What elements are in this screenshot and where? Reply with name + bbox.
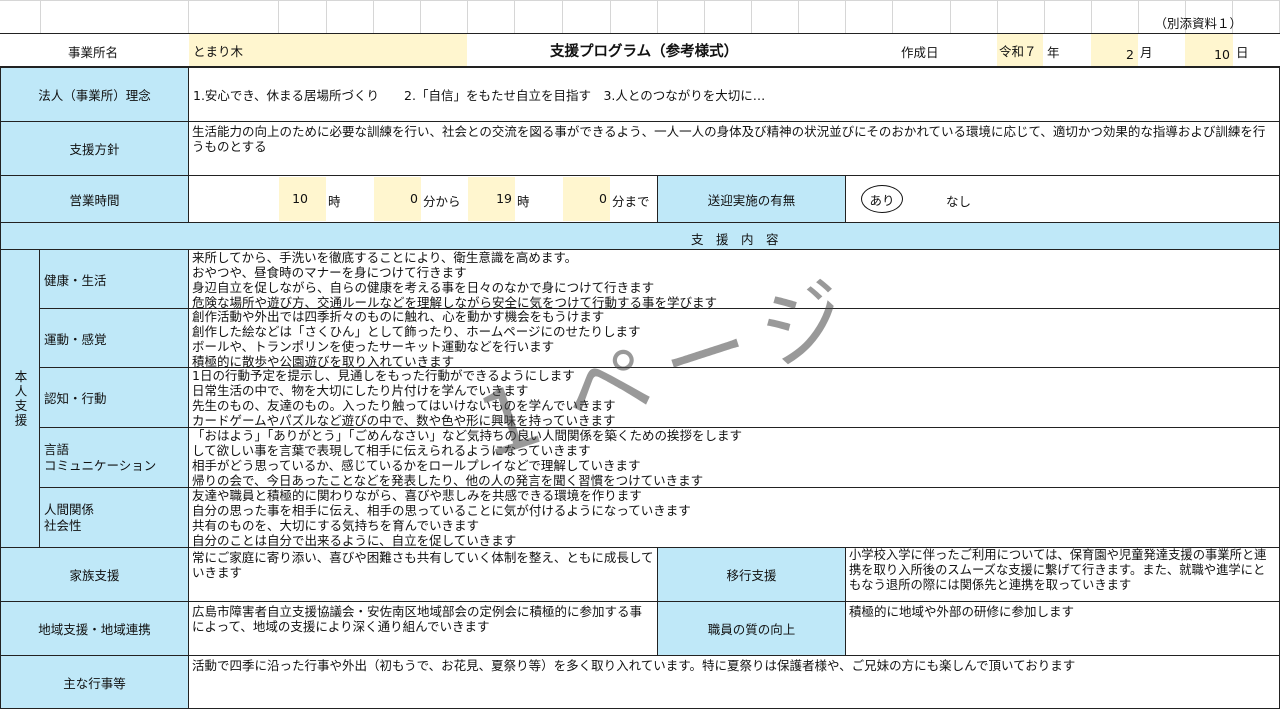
personal-support-label-cell: 本人支援: [0, 249, 40, 548]
end-hour: 19: [496, 191, 512, 206]
start-hour: 10: [292, 191, 308, 206]
day-field[interactable]: 10: [1185, 34, 1233, 66]
day-unit: 日: [1236, 45, 1249, 60]
health-text: 来所してから、手洗いを徹底することにより、衛生意識を高めます。 おやつや、昼食時…: [192, 250, 718, 309]
cognition-cell[interactable]: 1日の行動予定を提示し、見通しをもった行動ができるようにします 日常生活の中で、…: [188, 367, 1280, 428]
events-cell[interactable]: 活動で四季に沿った行事や外出（初もうで、お花見、夏祭り等）を多く取り入れています…: [188, 655, 1280, 709]
cognition-label: 認知・行動: [44, 391, 107, 406]
family-text: 常にご家庭に寄り添い、喜びや困難さも共有していく体制を整え、ともに成長していきま…: [192, 550, 654, 580]
start-min: 0: [410, 191, 418, 206]
family-label-cell: 家族支援: [0, 547, 189, 602]
language-text: 「おはよう」「ありがとう」「ごめんなさい」など気持ちの良い人間関係を築くための挨…: [192, 428, 743, 488]
month-field[interactable]: 2: [1091, 34, 1138, 66]
social-text: 友達や職員と積極的に関わりながら、喜びや悲しみを共感できる環境を作ります 自分の…: [192, 488, 691, 548]
month-unit: 月: [1140, 45, 1153, 60]
motor-label-cell: 運動・感覚: [39, 308, 189, 368]
events-label-cell: 主な行事等: [0, 655, 189, 709]
language-cell[interactable]: 「おはよう」「ありがとう」「ごめんなさい」など気持ちの良い人間関係を築くための挨…: [188, 427, 1280, 488]
family-label: 家族支援: [69, 568, 120, 583]
philosophy-label-cell: 法人（事業所）理念: [0, 67, 189, 122]
hour-unit-2: 時: [517, 194, 530, 209]
transition-cell[interactable]: 小学校入学に伴ったご利用については、保育園や児童発達支援の事業所と連携を取り入所…: [845, 547, 1280, 602]
social-label-cell: 人間関係 社会性: [39, 487, 189, 548]
community-label-cell: 地域支援・地域連携: [0, 601, 189, 656]
transition-text: 小学校入学に伴ったご利用については、保育園や児童発達支援の事業所と連携を取り入所…: [849, 548, 1267, 592]
transition-label-cell: 移行支援: [657, 547, 846, 602]
support-header-row: 支 援 内 容: [0, 222, 1280, 250]
policy-cell[interactable]: 生活能力の向上のために必要な訓練を行い、社会との交流を図る事ができるよう、一人一…: [188, 121, 1280, 176]
end-hour-field[interactable]: 19: [468, 177, 515, 221]
social-label: 人間関係 社会性: [44, 501, 95, 533]
transport-yes-option[interactable]: あり: [861, 185, 903, 213]
transport-no-option[interactable]: なし: [946, 191, 971, 210]
page-title: 支援プログラム（参考様式）: [550, 44, 739, 60]
cognition-text: 1日の行動予定を提示し、見通しをもった行動ができるようにします 日常生活の中で、…: [192, 368, 616, 428]
policy-text: 生活能力の向上のために必要な訓練を行い、社会との交流を図る事ができるよう、一人一…: [192, 124, 1266, 154]
community-cell[interactable]: 広島市障害者自立支援協議会・安佐南区地域部会の定例会に積極的に参加する事によって…: [188, 601, 658, 656]
transport-yes: あり: [869, 192, 895, 208]
staff-label-cell: 職員の質の向上: [657, 601, 846, 656]
start-hour-field[interactable]: 10: [279, 177, 326, 221]
day: 10: [1214, 47, 1230, 62]
community-text: 広島市障害者自立支援協議会・安佐南区地域部会の定例会に積極的に参加する事によって…: [192, 604, 643, 634]
staff-cell[interactable]: 積極的に地域や外部の研修に参加します: [845, 601, 1280, 656]
motor-text: 創作活動や外出では四季折々のものに触れ、心を動かす機会をもうけます 創作した絵な…: [192, 309, 641, 368]
health-cell[interactable]: 来所してから、手洗いを徹底することにより、衛生意識を高めます。 おやつや、昼食時…: [188, 249, 1280, 309]
transition-label: 移行支援: [726, 568, 777, 583]
motor-cell[interactable]: 創作活動や外出では四季折々のものに触れ、心を動かす機会をもうけます 創作した絵な…: [188, 308, 1280, 368]
staff-text: 積極的に地域や外部の研修に参加します: [849, 604, 1075, 619]
hours-label: 営業時間: [69, 192, 120, 208]
language-label: 言語 コミュニケーション: [44, 441, 157, 473]
created-label: 作成日: [901, 45, 939, 60]
start-min-field[interactable]: 0: [374, 177, 421, 221]
personal-support-label: 本人支援: [12, 369, 28, 428]
philosophy-label: 法人（事業所）理念: [38, 88, 151, 103]
era: 令和７: [999, 44, 1037, 59]
office-label: 事業所名: [68, 45, 119, 60]
era-field[interactable]: 令和７: [997, 34, 1043, 66]
health-label: 健康・生活: [44, 272, 107, 288]
year-unit: 年: [1047, 45, 1060, 60]
community-label: 地域支援・地域連携: [38, 622, 151, 637]
end-min-field[interactable]: 0: [563, 177, 610, 221]
language-label-cell: 言語 コミュニケーション: [39, 427, 189, 488]
transport-label-cell: 送迎実施の有無: [657, 175, 846, 223]
policy-label-cell: 支援方針: [0, 121, 189, 176]
transport-yes-circle: あり: [861, 185, 903, 213]
cognition-label-cell: 認知・行動: [39, 367, 189, 428]
motor-label: 運動・感覚: [44, 331, 107, 347]
hour-unit: 時: [328, 194, 341, 209]
philosophy-text: 1.安心でき、休まる居場所づくり 2.「自信」をもたせ自立を目指す 3.人とのつ…: [193, 88, 766, 103]
family-cell[interactable]: 常にご家庭に寄り添い、喜びや困難さも共有していく体制を整え、ともに成長していきま…: [188, 547, 658, 602]
office-name: とまり木: [193, 43, 244, 59]
philosophy-cell[interactable]: 1.安心でき、休まる居場所づくり 2.「自信」をもたせ自立を目指す 3.人とのつ…: [188, 67, 1280, 122]
transport-options-cell: [845, 175, 1280, 223]
policy-label: 支援方針: [69, 142, 120, 157]
health-label-cell: 健康・生活: [39, 249, 189, 309]
hours-label-cell: 営業時間: [0, 175, 189, 223]
support-header: 支 援 内 容: [691, 232, 779, 247]
office-name-field[interactable]: とまり木: [189, 34, 467, 66]
attachment-label: （別添資料１）: [1154, 16, 1242, 31]
month: 2: [1126, 47, 1134, 62]
support-program-sheet: （別添資料１） 事業所名 とまり木 支援プログラム（参考様式） 作成日 令和７ …: [0, 0, 1280, 709]
from-unit: 分から: [423, 194, 461, 209]
transport-label: 送迎実施の有無: [707, 192, 796, 208]
social-cell[interactable]: 友達や職員と積極的に関わりながら、喜びや悲しみを共感できる環境を作ります 自分の…: [188, 487, 1280, 548]
end-min: 0: [599, 191, 607, 206]
staff-label: 職員の質の向上: [707, 622, 796, 637]
events-text: 活動で四季に沿った行事や外出（初もうで、お花見、夏祭り等）を多く取り入れています…: [192, 658, 1076, 673]
events-label: 主な行事等: [63, 675, 126, 691]
until-unit: 分まで: [612, 194, 650, 209]
